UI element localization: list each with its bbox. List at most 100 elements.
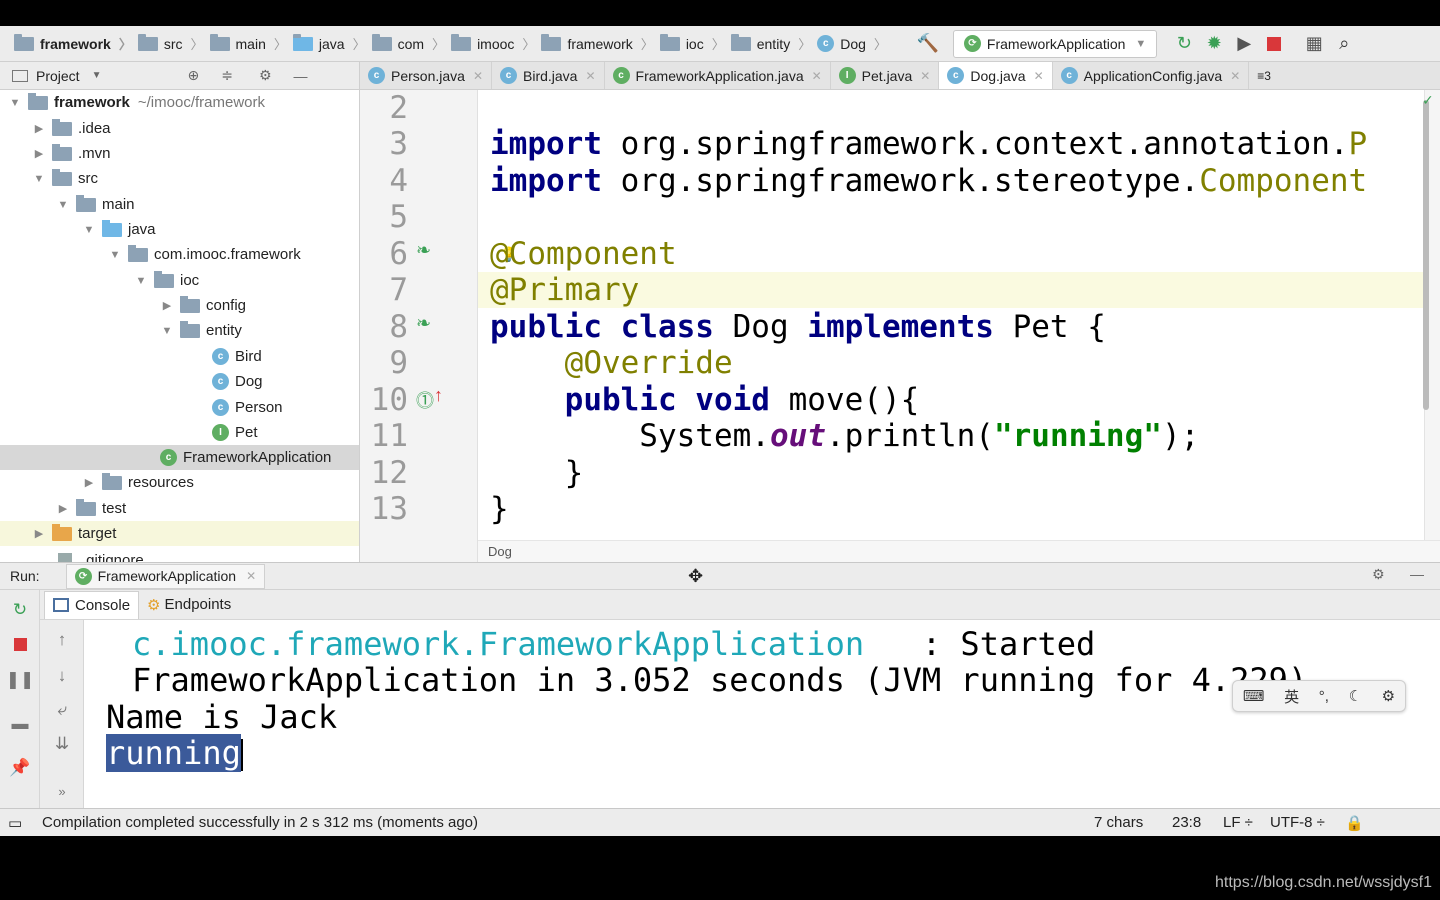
breadcrumb-item[interactable]: com 〉 — [371, 33, 445, 53]
tab-person-java[interactable]: c Person.java ✕ — [360, 62, 492, 89]
close-icon[interactable]: ✕ — [920, 69, 930, 83]
tab-dog-java[interactable]: c Dog.java ✕ — [939, 62, 1053, 89]
tree-item[interactable]: c Person — [0, 395, 359, 420]
breadcrumb-item[interactable]: c Dog 〉 — [817, 34, 887, 53]
expand-arrow-icon[interactable]: ▼ — [82, 224, 96, 236]
keyboard-icon[interactable]: ⌨ — [1243, 687, 1265, 705]
hide-panel-icon[interactable]: — — [294, 68, 308, 84]
implements-method-icon[interactable]: ⓵ — [416, 387, 434, 413]
tab-endpoints[interactable]: ⚙ Endpoints — [139, 591, 239, 619]
arrow-down-icon[interactable]: ↓ — [42, 666, 82, 686]
more-icon[interactable]: » — [42, 784, 82, 799]
expand-arrow-icon[interactable]: ▼ — [160, 325, 174, 337]
close-icon[interactable]: ✕ — [812, 69, 822, 83]
gear-icon[interactable]: ⚙ — [1382, 687, 1395, 705]
tree-item[interactable]: ▼ entity — [0, 318, 359, 343]
punctuation-icon[interactable]: °, — [1319, 688, 1329, 705]
expand-arrow-icon[interactable]: ▼ — [108, 249, 122, 261]
tree-item[interactable]: ▼ java — [0, 217, 359, 242]
line-separator-select[interactable]: LF ÷ — [1223, 814, 1253, 831]
debug-bug-icon[interactable]: ✹ — [1199, 29, 1229, 59]
stop-icon[interactable] — [0, 636, 40, 656]
tree-item[interactable]: I Pet — [0, 420, 359, 445]
expand-arrow-icon[interactable]: ▼ — [56, 199, 70, 211]
arrow-up-icon[interactable]: ↑ — [42, 630, 82, 650]
tree-item[interactable]: ▼ com.imooc.framework — [0, 242, 359, 267]
breadcrumb-item[interactable]: entity 〉 — [730, 33, 811, 53]
collapse-all-icon[interactable]: ≑ — [221, 67, 233, 84]
tree-item[interactable]: ▶ .idea — [0, 116, 359, 141]
expand-arrow-icon[interactable]: ▶ — [56, 502, 70, 515]
scroll-to-end-icon[interactable]: ⇊ — [42, 734, 82, 754]
tree-item-selected[interactable]: c FrameworkApplication — [0, 445, 359, 470]
moon-icon[interactable]: ☾ — [1349, 687, 1362, 705]
gear-icon[interactable]: ⚙ — [259, 67, 272, 84]
run-config-select[interactable]: ⟳ FrameworkApplication ▼ — [952, 29, 1158, 58]
caret-position[interactable]: 23:8 — [1172, 814, 1201, 831]
tree-item[interactable]: ▶ config — [0, 293, 359, 318]
close-icon[interactable]: ✕ — [246, 569, 256, 583]
tab-applicationconfig-java[interactable]: c ApplicationConfig.java ✕ — [1053, 62, 1250, 89]
tree-item-root[interactable]: ▼ framework ~/imooc/framework — [0, 90, 359, 115]
editor-breadcrumb[interactable]: Dog — [478, 540, 1440, 562]
tree-item[interactable]: ▶ target — [0, 521, 359, 546]
tree-item[interactable]: ▼ src — [0, 166, 359, 191]
layout-toggle-icon[interactable]: ▭ — [8, 814, 22, 832]
tree-item[interactable]: c Bird — [0, 344, 359, 369]
close-icon[interactable]: ✕ — [585, 69, 595, 83]
hide-panel-icon[interactable]: — — [1410, 566, 1424, 582]
breadcrumb-item[interactable]: src 〉 — [137, 33, 204, 53]
breadcrumb-item[interactable]: java 〉 — [292, 33, 366, 53]
stop-icon[interactable] — [1259, 29, 1289, 59]
search-icon[interactable]: ⌕ — [1329, 29, 1359, 59]
gear-icon[interactable]: ⚙ — [1372, 566, 1385, 583]
pause-icon[interactable]: ❚❚ — [0, 670, 40, 690]
expand-arrow-icon[interactable]: ▼ — [134, 275, 148, 287]
expand-arrow-icon[interactable]: ▶ — [32, 122, 46, 135]
run-config-tab[interactable]: ⟳ FrameworkApplication ✕ — [65, 563, 266, 589]
tab-console[interactable]: Console — [44, 590, 140, 619]
expand-arrow-icon[interactable]: ▶ — [32, 527, 46, 540]
breadcrumb-item[interactable]: imooc 〉 — [451, 33, 535, 53]
tab-pet-java[interactable]: I Pet.java ✕ — [831, 62, 940, 89]
tree-item[interactable]: c Dog — [0, 369, 359, 394]
spring-bean-icon[interactable]: ❧ — [416, 240, 431, 261]
tab-bird-java[interactable]: c Bird.java ✕ — [492, 62, 605, 89]
locate-icon[interactable]: ⊕ — [187, 67, 199, 84]
coverage-icon[interactable]: ▶ — [1229, 29, 1259, 59]
expand-arrow-icon[interactable]: ▼ — [32, 173, 46, 185]
project-panel-title[interactable]: Project — [36, 68, 80, 84]
build-hammer-icon[interactable]: 🔨 — [913, 29, 943, 59]
tree-item[interactable]: .gitignore — [0, 548, 359, 562]
pin-icon[interactable]: 📌 — [0, 758, 40, 778]
close-icon[interactable]: ✕ — [1230, 69, 1240, 83]
ime-language-toggle[interactable]: 英 — [1284, 686, 1299, 707]
resize-handle-icon[interactable]: ✥ — [688, 566, 703, 587]
chevron-down-icon[interactable]: ▼ — [92, 70, 102, 81]
expand-arrow-icon[interactable]: ▶ — [82, 476, 96, 489]
encoding-select[interactable]: UTF-8 ÷ — [1270, 814, 1325, 831]
tree-item[interactable]: ▼ ioc — [0, 268, 359, 293]
expand-arrow-icon[interactable]: ▼ — [8, 97, 22, 109]
layout-icon[interactable]: ▬ — [0, 714, 40, 734]
breadcrumb-item[interactable]: main 〉 — [209, 33, 287, 53]
tree-item[interactable]: ▼ main — [0, 192, 359, 217]
tab-overflow-menu[interactable]: ≡3 — [1249, 62, 1279, 89]
breadcrumb-item[interactable]: framework 〉 — [541, 33, 654, 53]
expand-arrow-icon[interactable]: ▶ — [160, 299, 174, 312]
spring-bean-class-icon[interactable]: ❧ — [416, 313, 431, 334]
soft-wrap-icon[interactable]: ⤶ — [42, 700, 82, 720]
tree-item[interactable]: ▶ resources — [0, 470, 359, 495]
editor-scrollbar-thumb[interactable] — [1423, 100, 1429, 410]
rerun-icon[interactable]: ↻ — [0, 600, 40, 620]
project-structure-icon[interactable]: ▦ — [1299, 29, 1329, 59]
rerun-icon[interactable]: ↻ — [1169, 29, 1199, 59]
code-editor[interactable]: 2 3 4 5 6 7 8 9 10 11 12 13 ❧ ❧ ⓵ ↑ 💡 im… — [360, 90, 1440, 562]
lock-icon[interactable]: 🔒 — [1345, 814, 1364, 832]
close-icon[interactable]: ✕ — [1034, 69, 1044, 83]
tab-frameworkapplication-java[interactable]: c FrameworkApplication.java ✕ — [605, 62, 831, 89]
tree-item[interactable]: ▶ .mvn — [0, 141, 359, 166]
close-icon[interactable]: ✕ — [473, 69, 483, 83]
breadcrumb-item[interactable]: framework 〉 — [14, 33, 132, 53]
tree-item[interactable]: ▶ test — [0, 496, 359, 521]
